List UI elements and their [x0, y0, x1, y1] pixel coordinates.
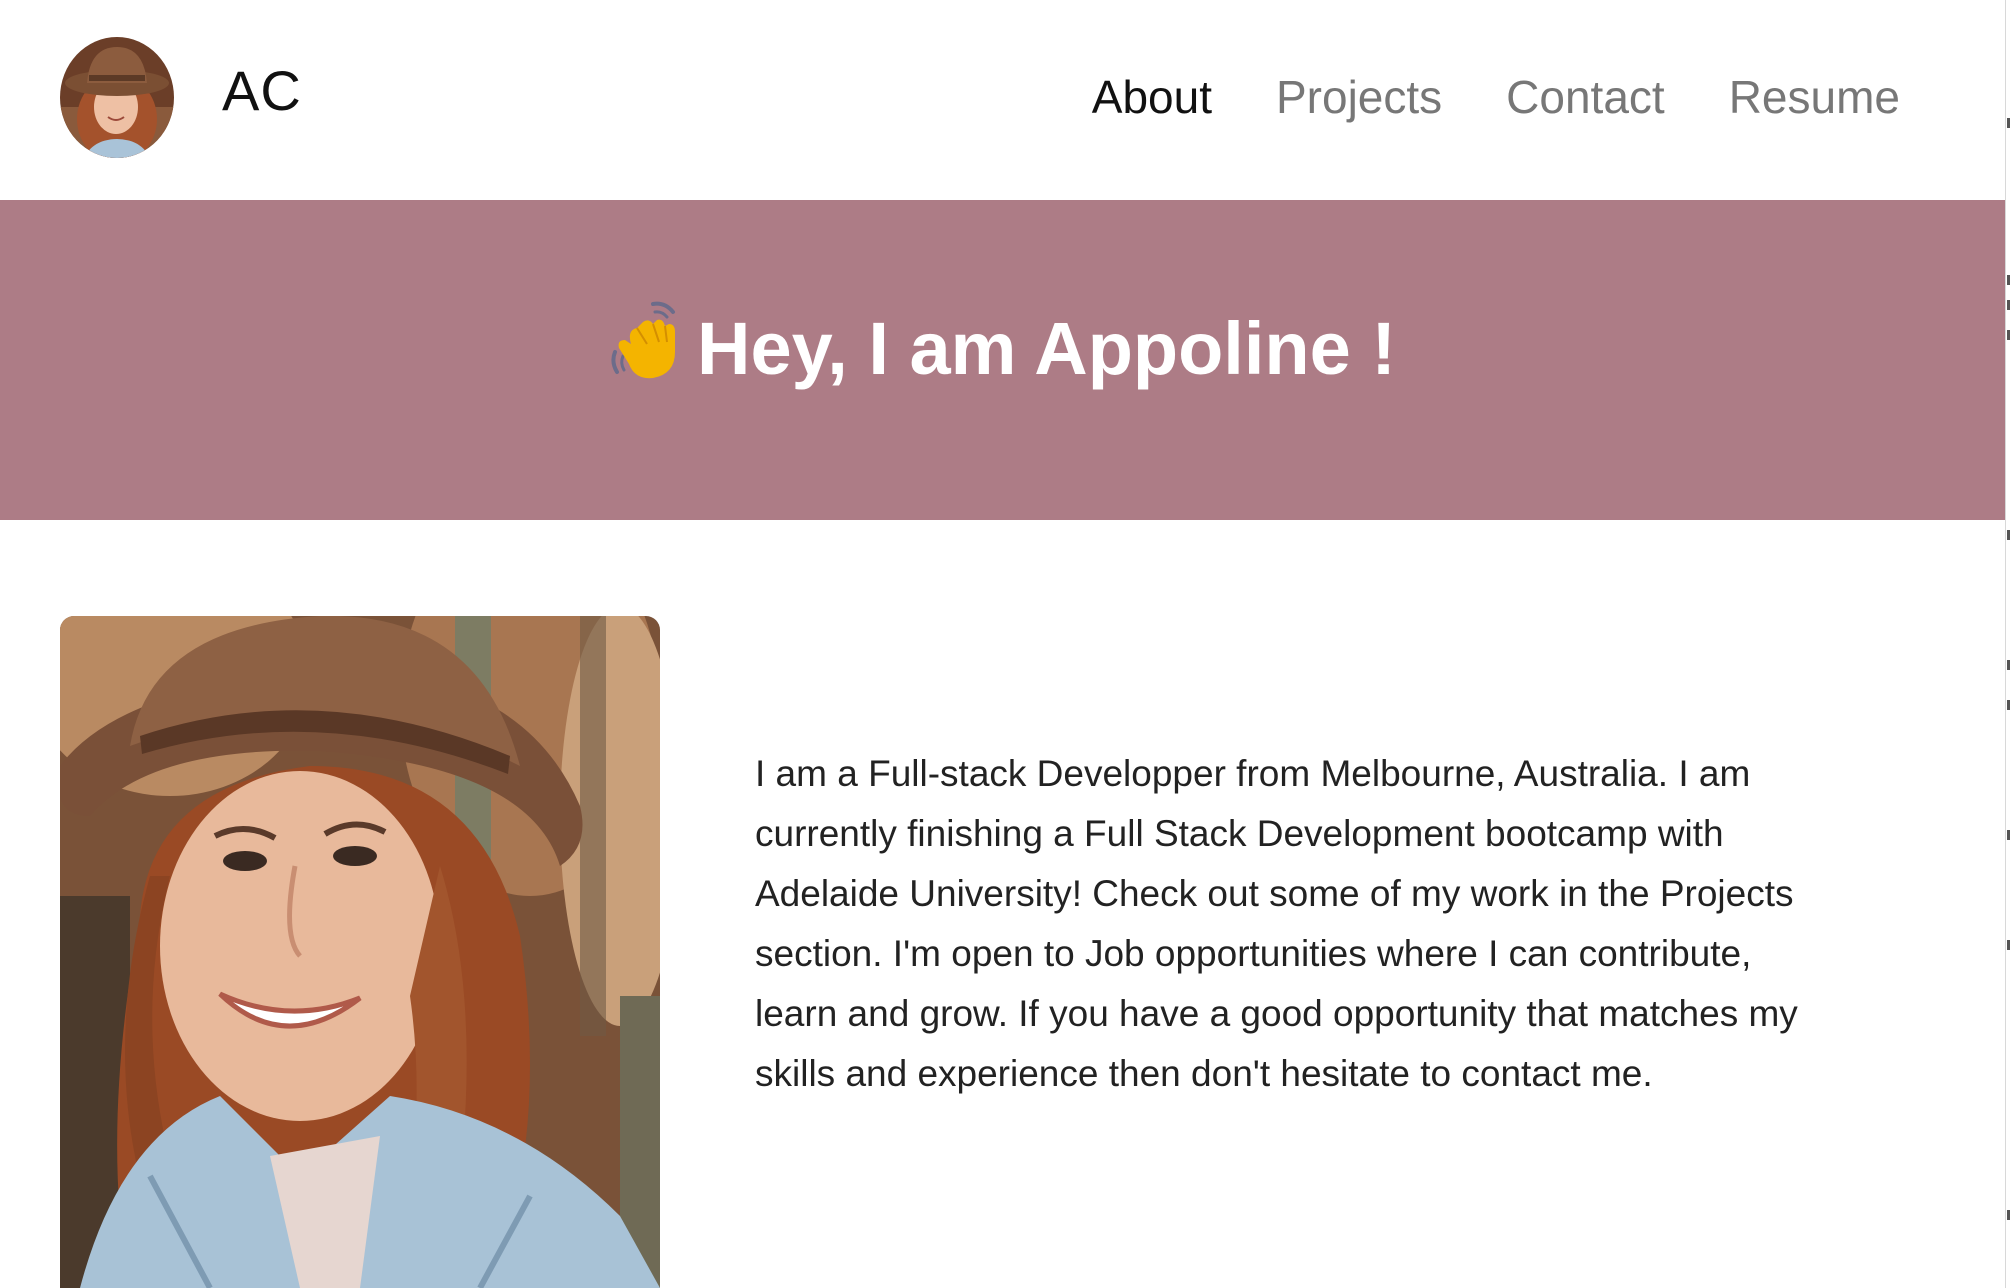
hero-heading: Hey, I am Appoline ! — [0, 300, 2005, 399]
avatar-photo — [60, 37, 174, 158]
main-nav: About Projects Contact Resume — [1092, 70, 1900, 124]
bio-paragraph: I am a Full-stack Developper from Melbou… — [755, 753, 1798, 1094]
page: AC About Projects Contact Resume Hey, I … — [0, 0, 2005, 1288]
hero-title-text: Hey, I am Appoline ! — [697, 307, 1396, 390]
nav-link-contact[interactable]: Contact — [1506, 70, 1665, 124]
site-header: AC About Projects Contact Resume — [0, 0, 2005, 200]
waving-hand-icon — [609, 300, 685, 399]
avatar — [60, 37, 174, 158]
adjacent-window-edge — [2005, 0, 2010, 1288]
nav-link-projects[interactable]: Projects — [1276, 70, 1442, 124]
nav-link-resume[interactable]: Resume — [1729, 70, 1900, 124]
hero-banner: Hey, I am Appoline ! — [0, 200, 2005, 520]
brand-logo[interactable]: AC — [222, 58, 302, 123]
profile-photo — [60, 616, 660, 1288]
nav-link-about[interactable]: About — [1092, 70, 1212, 124]
